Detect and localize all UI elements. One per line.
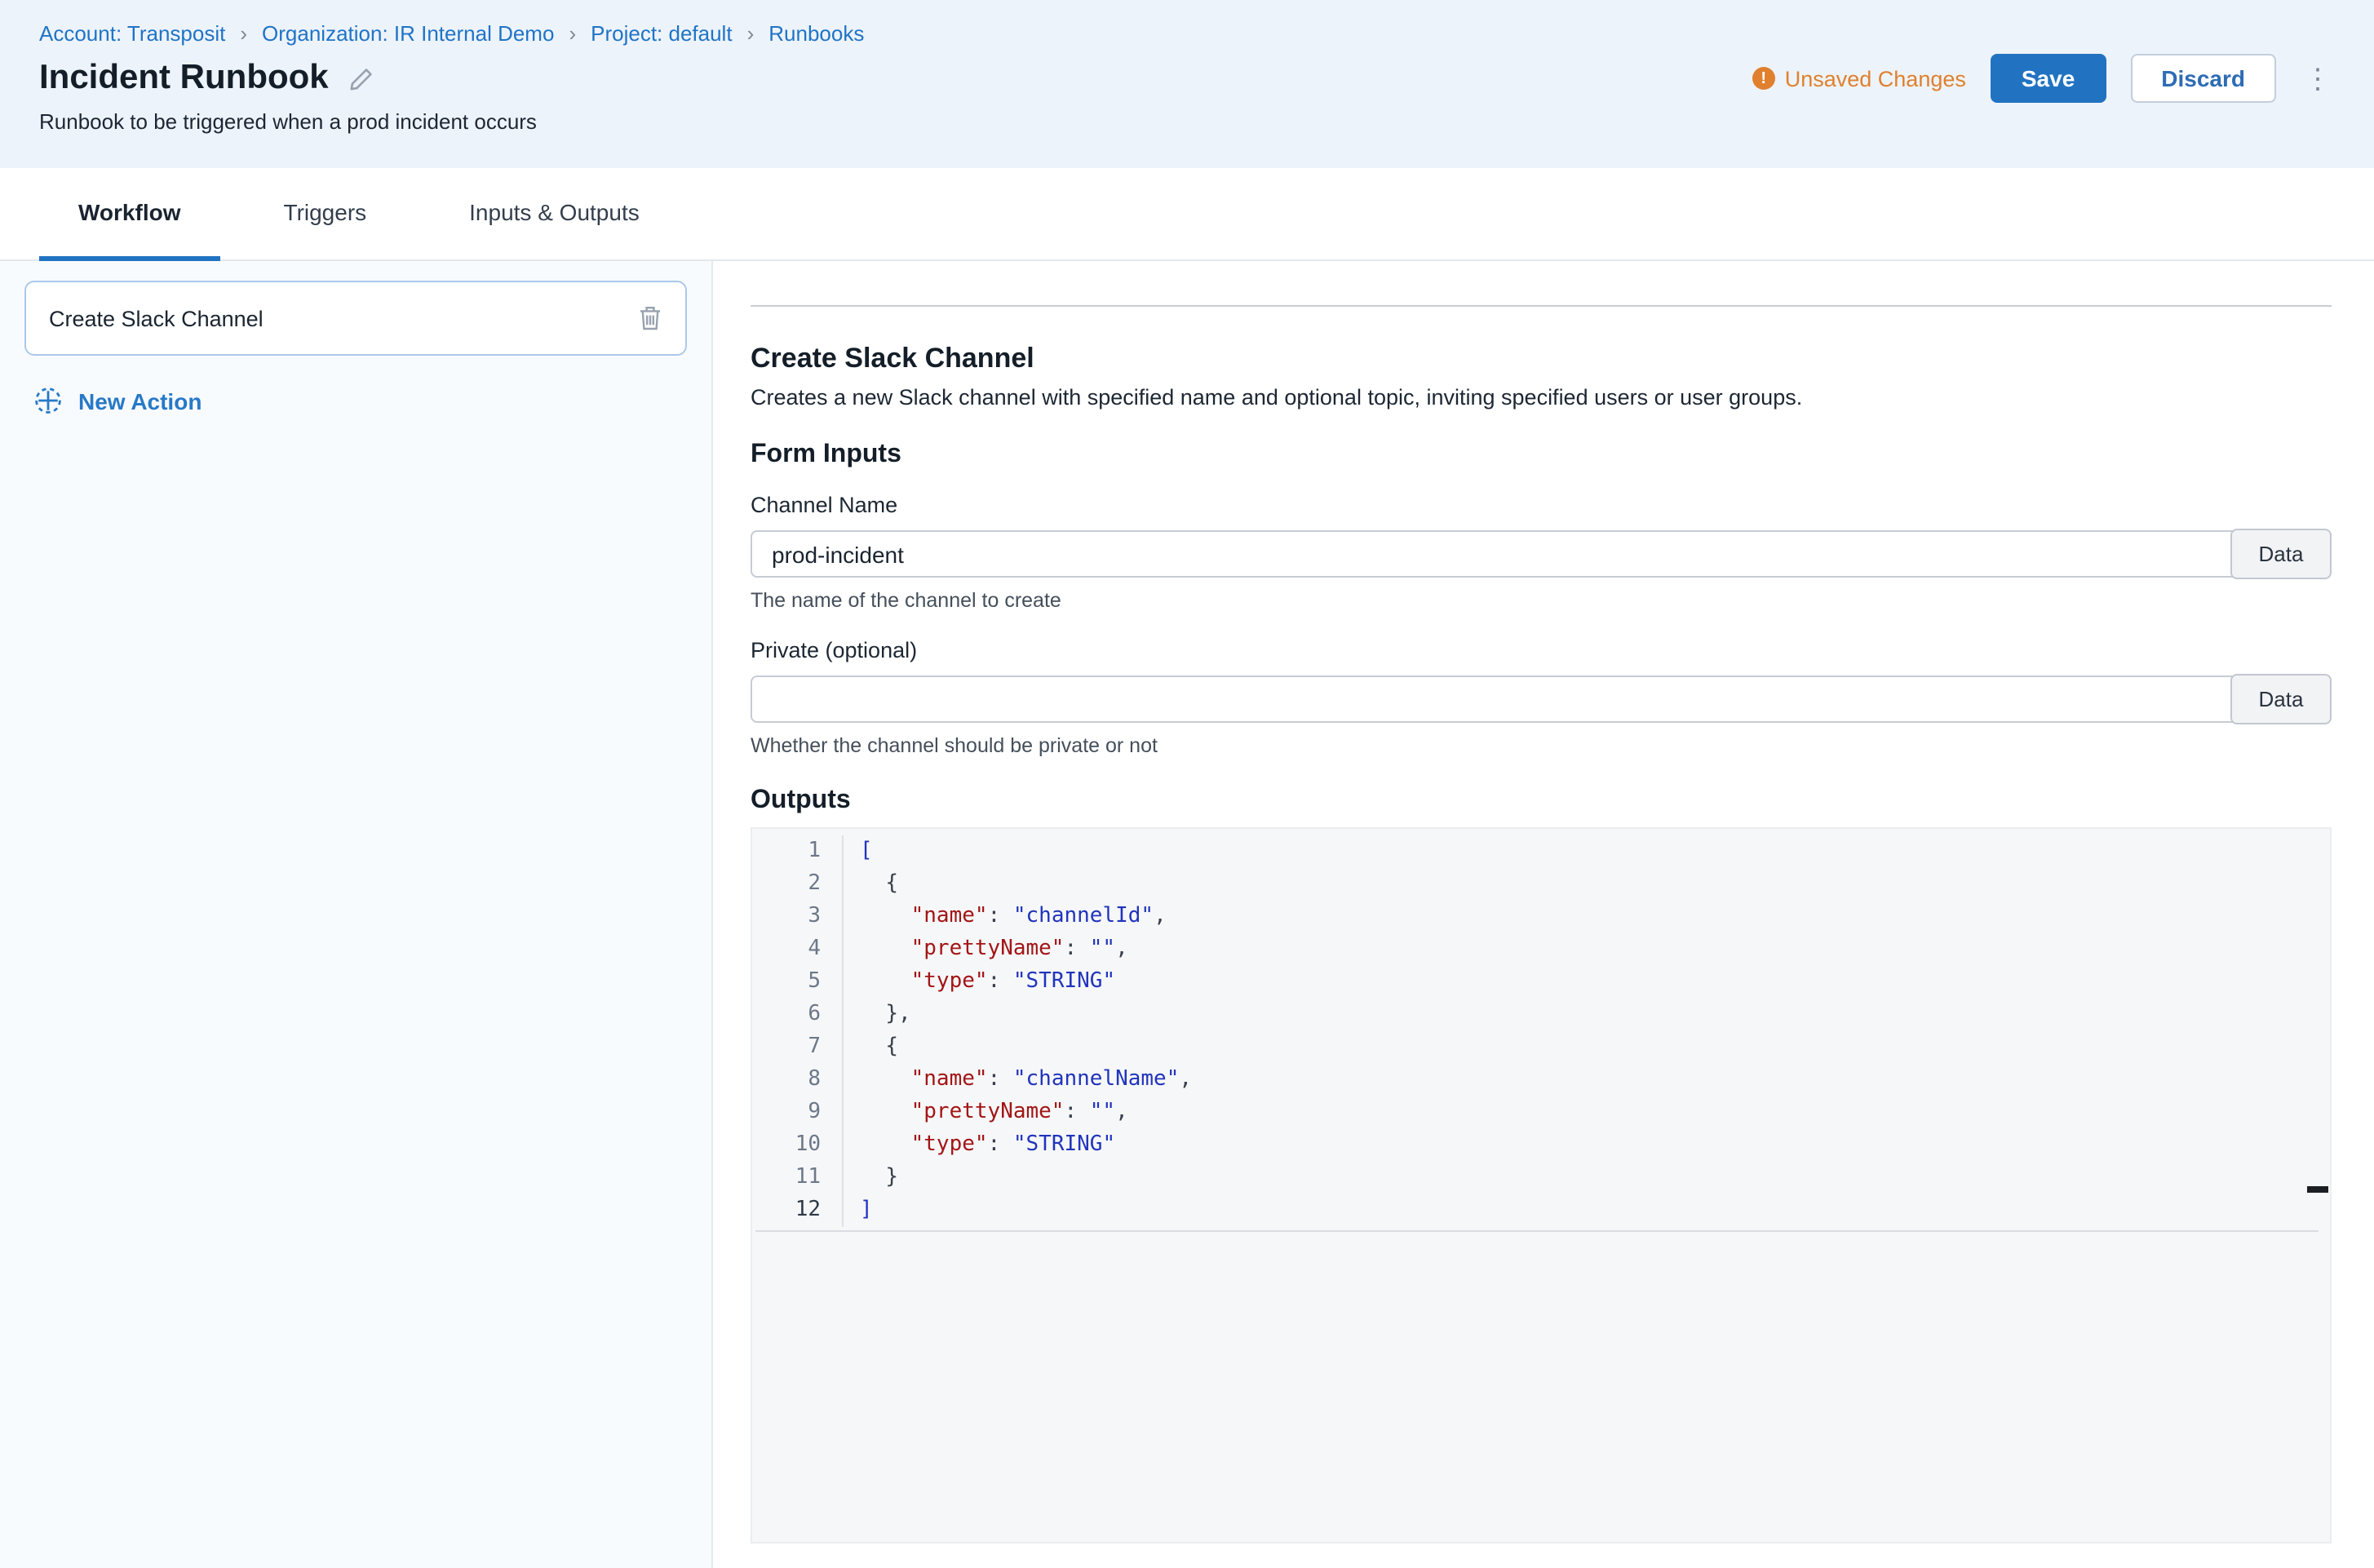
line-number: 5 [752, 966, 821, 999]
line-number: 4 [752, 933, 821, 966]
pencil-icon [350, 66, 374, 91]
code-text: [ [842, 835, 873, 868]
line-number: 11 [752, 1162, 821, 1194]
code-line: 2 { [752, 868, 2330, 901]
code-text: { [842, 868, 898, 901]
code-text: }, [842, 999, 911, 1031]
save-button[interactable]: Save [1991, 54, 2106, 103]
line-number: 2 [752, 868, 821, 901]
line-number: 1 [752, 835, 821, 868]
outputs-heading: Outputs [751, 786, 2332, 816]
line-number: 9 [752, 1096, 821, 1129]
input-row: Data [751, 675, 2332, 723]
code-text: } [842, 1162, 898, 1194]
action-card-create-slack-channel[interactable]: Create Slack Channel [24, 281, 687, 356]
page-subtitle: Runbook to be triggered when a prod inci… [39, 109, 2335, 134]
code-line: 4 "prettyName": "", [752, 933, 2330, 966]
code-line: 7 { [752, 1031, 2330, 1064]
channel-name-input[interactable] [751, 530, 2332, 578]
field-help-text: The name of the channel to create [751, 589, 2332, 612]
discard-button[interactable]: Discard [2130, 54, 2276, 103]
code-line: 11 } [752, 1162, 2330, 1194]
code-line: 1[ [752, 835, 2330, 868]
breadcrumb-link-project[interactable]: Project: default [591, 21, 732, 46]
plus-circle-icon [33, 385, 64, 416]
outputs-editor[interactable]: 1[2 {3 "name": "channelId",4 "prettyName… [751, 827, 2332, 1544]
code-line: 5 "type": "STRING" [752, 966, 2330, 999]
code-text: "type": "STRING" [842, 1129, 1115, 1162]
tab-bar: Workflow Triggers Inputs & Outputs [0, 168, 2374, 261]
delete-action-button[interactable] [635, 302, 666, 334]
tab-inputs-outputs[interactable]: Inputs & Outputs [430, 168, 679, 261]
app: Account: Transposit › Organization: IR I… [0, 0, 2374, 1568]
breadcrumb-link-account[interactable]: Account: Transposit [39, 21, 225, 46]
chevron-right-icon: › [569, 21, 576, 46]
code-line: 12] [752, 1194, 2330, 1227]
code-line: 10 "type": "STRING" [752, 1129, 2330, 1162]
editor-divider [755, 1230, 2319, 1232]
line-number: 12 [752, 1194, 821, 1227]
editor-scrollbar-thumb[interactable] [2307, 1186, 2328, 1193]
trash-icon [638, 305, 662, 331]
code-line: 6 }, [752, 999, 2330, 1031]
breadcrumb-link-organization[interactable]: Organization: IR Internal Demo [262, 21, 554, 46]
action-description: Creates a new Slack channel with specifi… [751, 385, 2332, 410]
edit-title-button[interactable] [350, 66, 374, 91]
breadcrumb-link-runbooks[interactable]: Runbooks [768, 21, 864, 46]
channel-name-data-button[interactable]: Data [2230, 529, 2332, 579]
line-number: 10 [752, 1129, 821, 1162]
line-number: 3 [752, 901, 821, 933]
field-label: Channel Name [751, 493, 2332, 517]
code-text: "type": "STRING" [842, 966, 1115, 999]
unsaved-changes-label: Unsaved Changes [1785, 66, 1966, 91]
code-text: "prettyName": "", [842, 933, 1128, 966]
page-title: Incident Runbook [39, 59, 329, 98]
header-actions: ! Unsaved Changes Save Discard ⋮ [1752, 54, 2335, 103]
line-number: 7 [752, 1031, 821, 1064]
new-action-button[interactable]: New Action [33, 385, 202, 416]
detail-top-divider [751, 305, 2332, 307]
field-label: Private (optional) [751, 638, 2332, 662]
workflow-body: Create Slack Channel [0, 261, 2374, 1568]
field-private: Private (optional) Data Whether the chan… [751, 638, 2332, 757]
tab-triggers[interactable]: Triggers [245, 168, 406, 261]
kebab-menu-icon[interactable]: ⋮ [2301, 64, 2335, 92]
input-row: Data [751, 530, 2332, 578]
outputs-editor-content: 1[2 {3 "name": "channelId",4 "prettyName… [752, 835, 2330, 1227]
action-detail-panel: Create Slack Channel Creates a new Slack… [713, 261, 2374, 1568]
field-help-text: Whether the channel should be private or… [751, 734, 2332, 757]
chevron-right-icon: › [747, 21, 755, 46]
action-title: Create Slack Channel [751, 343, 2332, 375]
code-line: 9 "prettyName": "", [752, 1096, 2330, 1129]
code-text: "prettyName": "", [842, 1096, 1128, 1129]
form-inputs-heading: Form Inputs [751, 441, 2332, 470]
new-action-label: New Action [78, 388, 202, 414]
code-text: ] [842, 1194, 873, 1227]
tab-workflow[interactable]: Workflow [39, 168, 220, 261]
chevron-right-icon: › [240, 21, 247, 46]
code-line: 3 "name": "channelId", [752, 901, 2330, 933]
exclamation-circle-icon: ! [1752, 67, 1775, 90]
private-data-button[interactable]: Data [2230, 674, 2332, 724]
code-text: "name": "channelId", [842, 901, 1167, 933]
field-channel-name: Channel Name Data The name of the channe… [751, 493, 2332, 612]
unsaved-changes-badge: ! Unsaved Changes [1752, 66, 1966, 91]
line-number: 8 [752, 1064, 821, 1096]
code-line: 8 "name": "channelName", [752, 1064, 2330, 1096]
actions-sidebar: Create Slack Channel [0, 261, 713, 1568]
code-text: { [842, 1031, 898, 1064]
private-input[interactable] [751, 675, 2332, 723]
action-card-label: Create Slack Channel [49, 306, 264, 330]
page-header: Account: Transposit › Organization: IR I… [0, 0, 2374, 168]
line-number: 6 [752, 999, 821, 1031]
code-text: "name": "channelName", [842, 1064, 1192, 1096]
breadcrumb: Account: Transposit › Organization: IR I… [39, 21, 2335, 46]
